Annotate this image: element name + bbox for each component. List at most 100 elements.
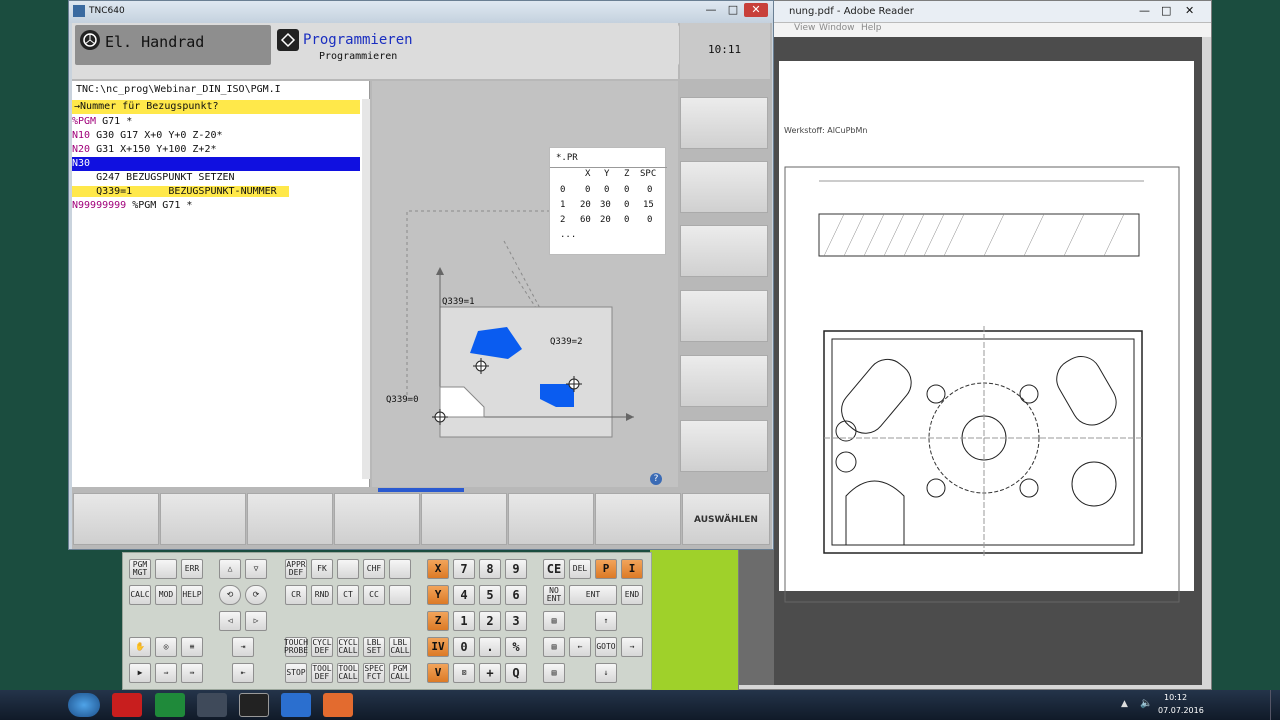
start-button[interactable] — [68, 693, 100, 717]
key-plus[interactable]: + — [479, 663, 501, 683]
program-line[interactable]: N99999999 %PGM G71 * — [72, 199, 192, 213]
tnc-close-button[interactable]: ✕ — [744, 3, 768, 17]
key-mod[interactable]: MOD — [155, 585, 177, 605]
key-right-triangle[interactable]: ▷ — [245, 611, 267, 631]
key-tool-call[interactable]: TOOL CALL — [337, 663, 359, 683]
key-lbl-call[interactable]: LBL CALL — [389, 637, 411, 657]
key-1[interactable]: 1 — [453, 611, 475, 631]
key-arrow-right[interactable]: → — [621, 637, 643, 657]
program-line[interactable]: N20 G31 X+150 Y+100 Z+2* — [72, 143, 217, 157]
key-percent[interactable]: % — [505, 637, 527, 657]
key-spec-fct[interactable]: SPEC FCT — [363, 663, 385, 683]
key-l[interactable] — [389, 559, 411, 579]
editor-scrollbar[interactable] — [362, 99, 370, 479]
key-lbl-set[interactable]: LBL SET — [363, 637, 385, 657]
key-2[interactable]: 2 — [479, 611, 501, 631]
key-transfer[interactable]: ⇥ — [232, 637, 254, 657]
key-y[interactable]: Y — [427, 585, 449, 605]
key-cc[interactable]: CC — [363, 585, 385, 605]
side-softkey-4[interactable] — [680, 290, 768, 342]
softkey-5[interactable] — [421, 493, 507, 545]
tnc-minimize-button[interactable]: — — [699, 3, 723, 17]
menu-view[interactable]: View — [794, 23, 815, 33]
key-arrow-up[interactable]: ↑ — [595, 611, 617, 631]
calculator-taskbar-icon[interactable] — [197, 693, 227, 717]
key-end[interactable]: END — [621, 585, 643, 605]
key-pgm-call[interactable]: PGM CALL — [389, 663, 411, 683]
adobe-close-button[interactable]: ✕ — [1185, 4, 1194, 17]
key-err[interactable]: ERR — [181, 559, 203, 579]
key-5[interactable]: 5 — [479, 585, 501, 605]
key-single-block[interactable]: ≡ — [181, 637, 203, 657]
key-rotate-right[interactable]: ⟳ — [245, 585, 267, 605]
key-goto[interactable]: GOTO — [595, 637, 617, 657]
mode-handwheel[interactable]: El. Handrad — [75, 25, 271, 65]
key-line[interactable] — [337, 559, 359, 579]
key-run-single[interactable]: ⇒ — [155, 663, 177, 683]
side-softkey-1[interactable] — [680, 97, 768, 149]
key-touch-probe[interactable]: TOUCH PROBE — [284, 637, 308, 657]
key-help[interactable]: HELP — [181, 585, 203, 605]
key-page[interactable]: ▤ — [543, 637, 565, 657]
key-q[interactable]: Q — [505, 663, 527, 683]
adobe-maximize-button[interactable]: □ — [1161, 4, 1171, 17]
side-softkey-3[interactable] — [680, 225, 768, 277]
key-del[interactable]: DEL — [569, 559, 591, 579]
key-3[interactable]: 3 — [505, 611, 527, 631]
program-line[interactable]: N10 G30 G17 X+0 Y+0 Z-20* — [72, 129, 223, 143]
key-return[interactable]: ⇤ — [232, 663, 254, 683]
program-line-active[interactable]: N30 — [72, 157, 360, 171]
key-page-down[interactable]: ▤ — [543, 663, 565, 683]
key-v[interactable]: V — [427, 663, 449, 683]
tnc-taskbar-icon[interactable] — [239, 693, 269, 717]
mode-programming[interactable]: Programmieren Programmieren — [275, 25, 679, 65]
adobe-titlebar[interactable]: nung.pdf - Adobe Reader — □ ✕ — [739, 1, 1211, 23]
key-tool-def[interactable]: TOOL DEF — [311, 663, 333, 683]
key-cycl-def[interactable]: CYCL DEF — [311, 637, 333, 657]
key-appr-def[interactable]: APPR DEF — [285, 559, 307, 579]
key-rnd[interactable]: RND — [311, 585, 333, 605]
key-hand[interactable]: ✋ — [129, 637, 151, 657]
key-i[interactable]: I — [621, 559, 643, 579]
tray-arrow-icon[interactable]: ▲ — [1121, 699, 1128, 709]
key-chf[interactable]: CHF — [363, 559, 385, 579]
program-line[interactable]: G247 BEZUGSPUNKT SETZEN — [72, 171, 234, 185]
key-program-run[interactable]: ▶ — [129, 663, 151, 683]
key-7[interactable]: 7 — [453, 559, 475, 579]
program-line[interactable]: %PGM G71 * — [72, 115, 132, 129]
key-list[interactable]: ▤ — [543, 611, 565, 631]
key-ce[interactable]: CE — [543, 559, 565, 579]
key-arrow-down[interactable]: ↓ — [595, 663, 617, 683]
key-rotate-left[interactable]: ⟲ — [219, 585, 241, 605]
key-stop[interactable]: STOP — [285, 663, 307, 683]
tnc-titlebar[interactable]: TNC640 — □ ✕ — [69, 1, 773, 23]
speaker-icon[interactable]: 🔈 — [1140, 698, 1152, 709]
key-c[interactable] — [389, 585, 411, 605]
key-9[interactable]: 9 — [505, 559, 527, 579]
side-softkey-2[interactable] — [680, 161, 768, 213]
softkey-3[interactable] — [247, 493, 333, 545]
key-8[interactable]: 8 — [479, 559, 501, 579]
key-ct[interactable]: CT — [337, 585, 359, 605]
key-p[interactable]: P — [595, 559, 617, 579]
key-down-triangle[interactable]: ▽ — [245, 559, 267, 579]
softkey-auswaehlen[interactable]: AUSWÄHLEN — [682, 493, 770, 545]
softkey-1[interactable] — [73, 493, 159, 545]
softkey-7[interactable] — [595, 493, 681, 545]
adobe-taskbar-icon[interactable] — [112, 693, 142, 717]
key-6[interactable]: 6 — [505, 585, 527, 605]
key-dot[interactable]: . — [479, 637, 501, 657]
help-icon[interactable]: ? — [650, 473, 662, 485]
key-x[interactable]: X — [427, 559, 449, 579]
key-arrow-left[interactable]: ← — [569, 637, 591, 657]
key-no-ent[interactable]: NO ENT — [543, 585, 565, 605]
program-line-edit[interactable]: Q339=1 BEZUGSPUNKT-NUMMER — [72, 185, 289, 199]
key-cr[interactable]: CR — [285, 585, 307, 605]
key-0[interactable]: 0 — [453, 637, 475, 657]
key-4[interactable]: 4 — [453, 585, 475, 605]
excel-taskbar-icon[interactable] — [155, 693, 185, 717]
adobe-reader-window[interactable]: nung.pdf - Adobe Reader — □ ✕ View Windo… — [738, 0, 1212, 690]
key-blank[interactable] — [155, 559, 177, 579]
program-editor[interactable]: TNC:\nc_prog\Webinar_DIN_ISO\PGM.I →Numm… — [72, 81, 370, 487]
key-iv[interactable]: IV — [427, 637, 449, 657]
